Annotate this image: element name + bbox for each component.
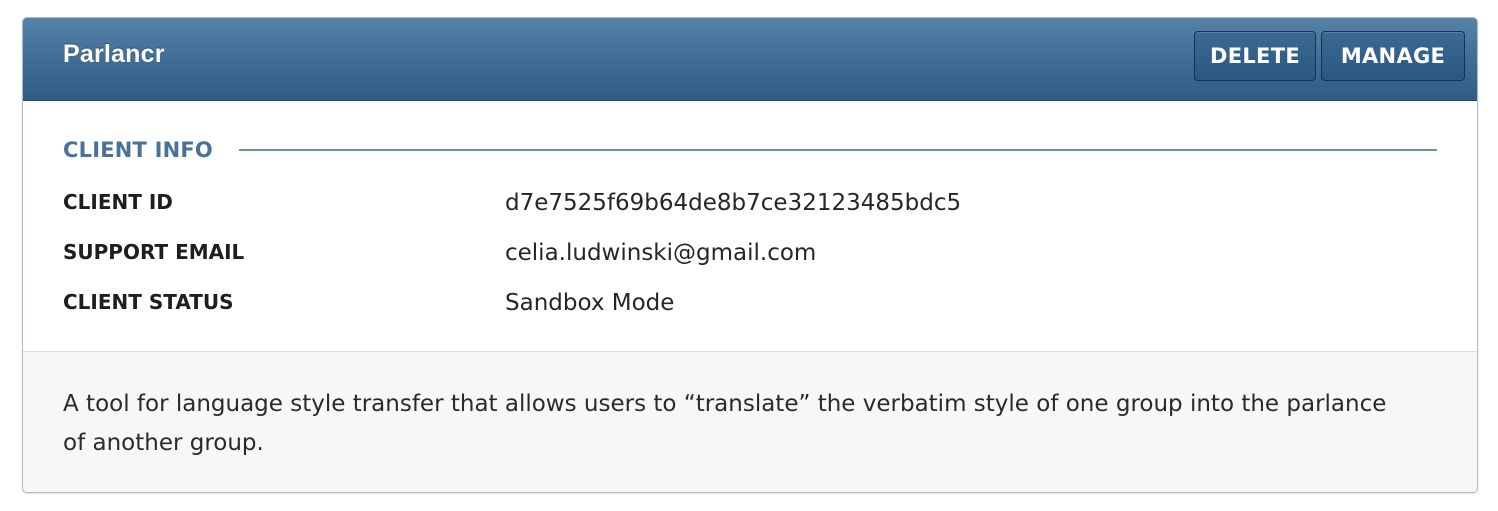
client-id-label: CLIENT ID [63,190,173,214]
delete-button[interactable]: DELETE [1194,31,1316,81]
client-info-heading: CLIENT INFO [63,138,213,162]
section-divider [239,149,1437,151]
client-status-value: Sandbox Mode [505,290,675,316]
manage-button[interactable]: MANAGE [1321,31,1465,81]
client-description: A tool for language style transfer that … [63,391,1387,456]
support-email-label: SUPPORT EMAIL [63,240,245,264]
client-name-title: Parlancr [63,40,165,68]
client-status-label: CLIENT STATUS [63,290,234,314]
panel-header: Parlancr DELETE MANAGE [23,18,1477,101]
client-panel: Parlancr DELETE MANAGE CLIENT INFO CLIEN… [22,17,1478,493]
panel-footer: A tool for language style transfer that … [23,351,1477,492]
client-id-value: d7e7525f69b64de8b7ce32123485bdc5 [505,190,962,216]
support-email-value: celia.ludwinski@gmail.com [505,240,817,266]
